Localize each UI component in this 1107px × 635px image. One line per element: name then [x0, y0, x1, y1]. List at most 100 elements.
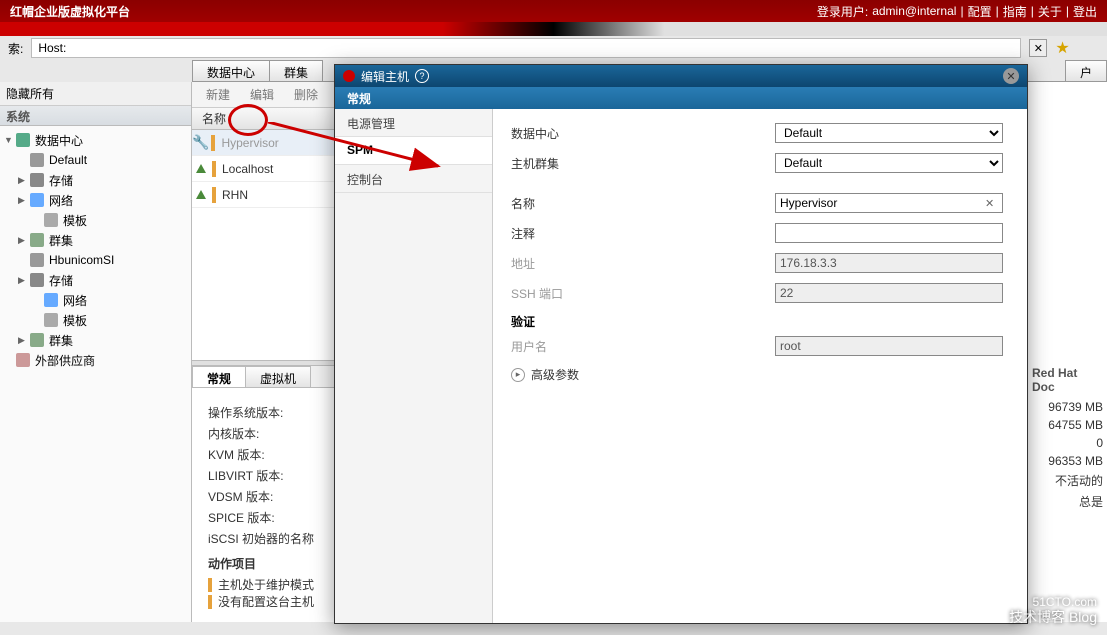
input-address	[775, 253, 1003, 273]
subtab-vms[interactable]: 虚拟机	[245, 366, 311, 387]
edit-button[interactable]: 编辑	[242, 83, 282, 106]
warning-icon	[211, 135, 215, 151]
dialog-form: 数据中心 Default 主机群集 Default 名称 ✕ 注释 地址	[493, 109, 1027, 623]
dialog-subtitle: 常规	[335, 87, 1027, 109]
input-name[interactable]	[775, 193, 1003, 213]
tree-label: 模板	[63, 312, 87, 329]
expand-icon: ▶	[18, 195, 28, 206]
tree-node[interactable]: HbunicomSI	[0, 250, 191, 270]
tree-node[interactable]: 网络	[0, 290, 191, 310]
right-value: 64755 MB	[1028, 416, 1107, 434]
tree-node[interactable]: ▶ 群集	[0, 330, 191, 350]
input-comment[interactable]	[775, 223, 1003, 243]
expand-icon: ▼	[4, 135, 14, 145]
expand-icon: ▶	[18, 335, 28, 346]
warning-icon	[208, 578, 212, 592]
tree-label: 网络	[63, 292, 87, 309]
label-address: 地址	[511, 255, 775, 272]
host-name: Localhost	[218, 162, 273, 176]
expand-icon: ▶	[18, 235, 28, 246]
tree-icon	[30, 193, 44, 207]
tree-node[interactable]: ▶存储	[0, 270, 191, 290]
help-icon[interactable]: ?	[415, 69, 429, 83]
tree-icon	[44, 293, 58, 307]
clear-search-button[interactable]: ✕	[1029, 39, 1047, 57]
tree-node[interactable]: ▶群集	[0, 230, 191, 250]
right-title: Red Hat Doc	[1028, 362, 1107, 398]
right-value: 0	[1028, 434, 1107, 452]
warning-icon	[212, 187, 216, 203]
hide-all[interactable]: 隐藏所有	[6, 85, 54, 102]
right-value: 不活动的	[1028, 470, 1107, 491]
tree-label: 模板	[63, 212, 87, 229]
tree-node[interactable]: ▼ 数据中心	[0, 130, 191, 150]
search-input[interactable]	[31, 38, 1021, 58]
col-name[interactable]: 名称	[192, 108, 337, 129]
top-header: 红帽企业版虚拟化平台 登录用户: admin@internal | 配置 | 指…	[0, 0, 1107, 22]
close-icon[interactable]: ✕	[1003, 68, 1019, 84]
link-logout[interactable]: 登出	[1073, 3, 1097, 20]
wrench-icon: 🔧	[192, 134, 209, 151]
tree-icon	[44, 213, 58, 227]
dialog-title: 编辑主机	[361, 68, 409, 85]
app-title: 红帽企业版虚拟化平台	[10, 3, 130, 20]
nav-sidebar: 隐藏所有 系统 ▼数据中心Default▶存储▶网络模板▶群集HbunicomS…	[0, 82, 192, 622]
tree-label: 数据中心	[35, 132, 83, 149]
tree-label: 网络	[49, 192, 73, 209]
tree-label: 群集	[49, 332, 73, 349]
subtab-general[interactable]: 常规	[192, 366, 246, 387]
dialog-titlebar[interactable]: 编辑主机 ? ✕	[335, 65, 1027, 87]
header-right: 登录用户: admin@internal | 配置 | 指南 | 关于 | 登出	[817, 3, 1097, 20]
tab-users[interactable]: 户	[1065, 60, 1107, 81]
delete-button[interactable]: 删除	[286, 83, 326, 106]
dlg-tab-spm[interactable]: SPM	[335, 137, 492, 165]
warning-icon	[208, 595, 212, 609]
tree-icon	[30, 173, 44, 187]
label-comment: 注释	[511, 225, 775, 242]
tree-icon	[30, 153, 44, 167]
nav-tree: ▼数据中心Default▶存储▶网络模板▶群集HbunicomSI▶存储网络模板…	[0, 126, 191, 374]
link-about[interactable]: 关于	[1038, 3, 1062, 20]
bookmark-icon[interactable]: ★	[1055, 38, 1069, 58]
tree-node[interactable]: 模板	[0, 210, 191, 230]
tree-node[interactable]: ▶ 存储	[0, 170, 191, 190]
clear-name-icon[interactable]: ✕	[985, 197, 994, 210]
tree-icon	[30, 333, 44, 347]
chevron-right-icon: ▸	[511, 368, 525, 382]
auth-header: 验证	[511, 313, 1009, 330]
host-name: RHN	[218, 188, 248, 202]
warning-icon	[212, 161, 216, 177]
tree-icon	[16, 133, 30, 147]
login-prefix: 登录用户:	[817, 3, 868, 20]
tree-icon	[30, 273, 44, 287]
link-config[interactable]: 配置	[968, 3, 992, 20]
label-username: 用户名	[511, 338, 775, 355]
dlg-tab-power[interactable]: 电源管理	[335, 109, 492, 137]
tree-node[interactable]: ▶ 网络	[0, 190, 191, 210]
new-button[interactable]: 新建	[198, 83, 238, 106]
select-hostcluster[interactable]: Default	[775, 153, 1003, 173]
tree-node[interactable]: 外部供应商	[0, 350, 191, 370]
advanced-toggle[interactable]: ▸ 高级参数	[511, 366, 1009, 383]
label-sshport: SSH 端口	[511, 285, 775, 302]
tree-label: 外部供应商	[35, 352, 95, 369]
tree-label: HbunicomSI	[49, 253, 114, 267]
right-value: 96353 MB	[1028, 452, 1107, 470]
tab-datacenter[interactable]: 数据中心	[192, 60, 270, 81]
label-name: 名称	[511, 195, 775, 212]
dialog-sidebar: 电源管理 SPM 控制台	[335, 109, 493, 623]
dlg-tab-console[interactable]: 控制台	[335, 165, 492, 193]
expand-icon: ▶	[18, 175, 28, 186]
tree-node[interactable]: 模板	[0, 310, 191, 330]
tree-node[interactable]: Default	[0, 150, 191, 170]
tab-cluster[interactable]: 群集	[269, 60, 323, 81]
tree-label: 存储	[49, 172, 73, 189]
up-icon	[196, 190, 206, 199]
login-user: admin@internal	[872, 4, 956, 18]
link-guide[interactable]: 指南	[1003, 3, 1027, 20]
label-hostcluster: 主机群集	[511, 155, 775, 172]
right-value: 总是	[1028, 491, 1107, 512]
select-datacenter[interactable]: Default	[775, 123, 1003, 143]
dialog-icon	[343, 70, 355, 82]
input-sshport	[775, 283, 1003, 303]
